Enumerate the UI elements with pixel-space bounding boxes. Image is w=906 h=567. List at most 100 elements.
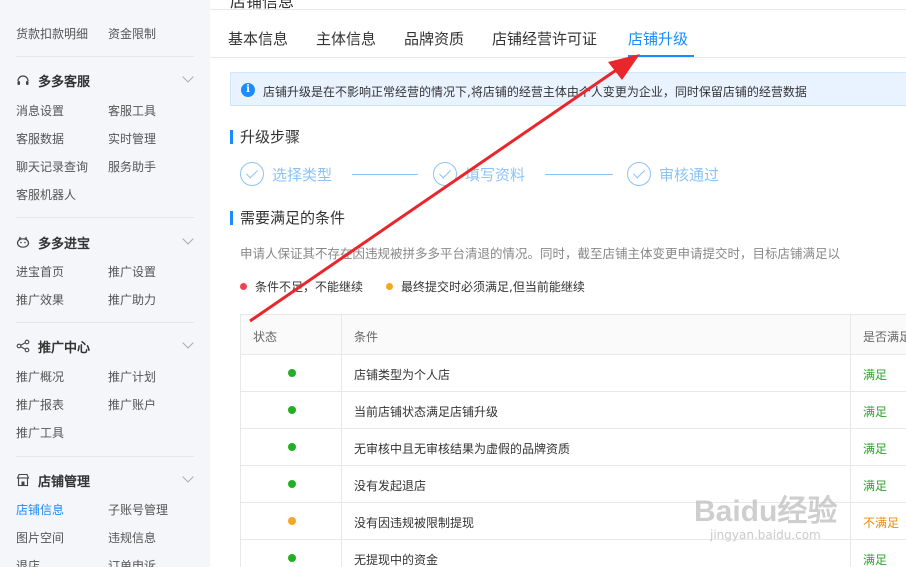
result-cell: 满足 xyxy=(851,429,906,465)
notice-text: 店铺升级是在不影响正常经营的情况下,将店铺的经营主体由个人变更为企业，同时保留店… xyxy=(263,85,807,99)
sidebar-row: 推广报表 推广账户 xyxy=(16,394,206,414)
sidebar-item[interactable]: 退店 xyxy=(16,557,40,567)
condition-text: 没有发起退店 xyxy=(354,479,427,493)
sidebar-item[interactable]: 违规信息 xyxy=(108,529,156,546)
tab-subject-info[interactable]: 主体信息 xyxy=(316,28,376,49)
sidebar-row: 消息设置 客服工具 xyxy=(16,100,206,120)
condition-text: 无提现中的资金 xyxy=(354,553,439,567)
sidebar-section-customer-service[interactable]: 多多客服 xyxy=(16,69,196,91)
sidebar-item[interactable]: 图片空间 xyxy=(16,529,64,546)
legend-label: 最终提交时必须满足,但当前能继续 xyxy=(401,280,585,294)
sidebar-item[interactable]: 推广工具 xyxy=(16,424,64,441)
status-dot-icon xyxy=(288,480,296,488)
active-tab-indicator xyxy=(628,55,694,57)
status-dot-icon xyxy=(288,406,296,414)
sidebar-item[interactable]: 实时管理 xyxy=(108,130,156,147)
sidebar-item[interactable]: 订单申诉 xyxy=(108,557,156,567)
sidebar-item[interactable]: 推广助力 xyxy=(108,291,156,308)
tab-bar: 基本信息 主体信息 品牌资质 店铺经营许可证 店铺升级 xyxy=(210,24,906,58)
sidebar-item[interactable]: 推广设置 xyxy=(108,263,156,280)
step-label: 审核通过 xyxy=(659,166,720,184)
tab-basic-info[interactable]: 基本信息 xyxy=(228,28,288,49)
status-dot-icon xyxy=(288,517,296,525)
sidebar-section-title: 店铺管理 xyxy=(38,475,91,490)
sidebar-item[interactable]: 推广账户 xyxy=(108,396,156,413)
header-cell: 状态 xyxy=(241,315,342,354)
sidebar-row: 货款扣款明细 资金限制 xyxy=(16,23,206,43)
header-condition: 条件 xyxy=(354,330,379,344)
sidebar-section-title: 推广中心 xyxy=(38,341,91,356)
steps-heading-text: 升级步骤 xyxy=(240,128,301,146)
status-cell xyxy=(241,355,342,391)
main-content: 店铺信息 基本信息 主体信息 品牌资质 店铺经营许可证 店铺升级 i 店铺升级是… xyxy=(210,0,906,567)
sidebar-item-store-info[interactable]: 店铺信息 xyxy=(16,501,64,518)
condition-text: 当前店铺状态满足店铺升级 xyxy=(354,405,499,419)
sidebar-item[interactable]: 子账号管理 xyxy=(108,501,168,518)
sidebar-row: 图片空间 违规信息 xyxy=(16,527,206,547)
sidebar-item[interactable]: 推广概况 xyxy=(16,368,64,385)
tab-store-upgrade[interactable]: 店铺升级 xyxy=(628,28,688,49)
tab-business-license[interactable]: 店铺经营许可证 xyxy=(492,28,597,49)
chevron-down-icon xyxy=(182,471,194,483)
sidebar-row: 店铺信息 子账号管理 xyxy=(16,499,206,519)
header-satisfied: 是否满足 xyxy=(863,330,906,344)
sidebar-item[interactable]: 推广效果 xyxy=(16,291,64,308)
sidebar-row: 推广概况 推广计划 xyxy=(16,366,206,386)
sidebar-item[interactable]: 进宝首页 xyxy=(16,263,64,280)
condition-text: 没有因违规被限制提现 xyxy=(354,516,475,530)
sidebar-item[interactable]: 客服机器人 xyxy=(16,186,76,203)
chevron-down-icon xyxy=(182,233,194,245)
table-row: 店铺类型为个人店 满足 xyxy=(241,355,906,392)
sidebar-item[interactable]: 推广计划 xyxy=(108,368,156,385)
sidebar-item[interactable]: 客服工具 xyxy=(108,102,156,119)
sidebar-section-promotion-center[interactable]: 推广中心 xyxy=(16,335,196,357)
status-dot-icon xyxy=(288,554,296,562)
sidebar-section-store-management[interactable]: 店铺管理 xyxy=(16,469,196,491)
result-cell: 满足 xyxy=(851,355,906,391)
sidebar-section-title: 多多客服 xyxy=(38,75,91,90)
sidebar-row: 推广效果 推广助力 xyxy=(16,289,206,309)
legend-item-blocking: 条件不足，不能继续 xyxy=(240,278,363,295)
header-status: 状态 xyxy=(253,330,278,344)
heading-accent-bar xyxy=(230,211,233,225)
info-notice: i 店铺升级是在不影响正常经营的情况下,将店铺的经营主体由个人变更为企业，同时保… xyxy=(230,72,906,106)
share-icon xyxy=(16,339,30,353)
sidebar-row: 退店 订单申诉 xyxy=(16,555,206,567)
tab-brand-qualification[interactable]: 品牌资质 xyxy=(404,28,464,49)
headset-icon xyxy=(16,73,30,87)
sidebar-row: 进宝首页 推广设置 xyxy=(16,261,206,281)
legend-item-warning: 最终提交时必须满足,但当前能继续 xyxy=(386,278,585,295)
heading-accent-bar xyxy=(230,130,233,144)
status-cell xyxy=(241,503,342,539)
result-cell: 满足 xyxy=(851,392,906,428)
status-cell xyxy=(241,466,342,502)
sidebar-item[interactable]: 推广报表 xyxy=(16,396,64,413)
chevron-down-icon xyxy=(182,71,194,83)
sidebar-divider xyxy=(16,322,194,323)
table-row: 当前店铺状态满足店铺升级 满足 xyxy=(241,392,906,429)
sidebar-divider xyxy=(16,56,194,57)
sidebar-item[interactable]: 客服数据 xyxy=(16,130,64,147)
step-connector xyxy=(352,174,418,175)
condition-cell: 店铺类型为个人店 xyxy=(342,355,851,391)
sidebar-item[interactable]: 聊天记录查询 xyxy=(16,158,88,175)
store-icon xyxy=(16,473,30,487)
sidebar-section-duoduo-jinbao[interactable]: 多多进宝 xyxy=(16,231,196,253)
sidebar-row: 客服机器人 xyxy=(16,184,206,204)
result-text: 满足 xyxy=(863,442,888,456)
conditions-heading: 需要满足的条件 xyxy=(230,207,345,228)
sidebar-item[interactable]: 服务助手 xyxy=(108,158,156,175)
step-connector xyxy=(545,174,613,175)
conditions-heading-text: 需要满足的条件 xyxy=(240,209,346,227)
condition-cell: 当前店铺状态满足店铺升级 xyxy=(342,392,851,428)
check-circle-icon xyxy=(433,162,457,186)
result-text: 满足 xyxy=(863,405,888,419)
sidebar-item[interactable]: 消息设置 xyxy=(16,102,64,119)
status-dot-icon xyxy=(288,369,296,377)
orange-dot-icon xyxy=(386,283,393,290)
sidebar-divider xyxy=(16,456,194,457)
step-label: 填写资料 xyxy=(465,166,526,184)
status-cell xyxy=(241,540,342,567)
sidebar-item-deduction-detail[interactable]: 货款扣款明细 xyxy=(16,25,88,42)
sidebar-item-fund-limit[interactable]: 资金限制 xyxy=(108,25,156,42)
